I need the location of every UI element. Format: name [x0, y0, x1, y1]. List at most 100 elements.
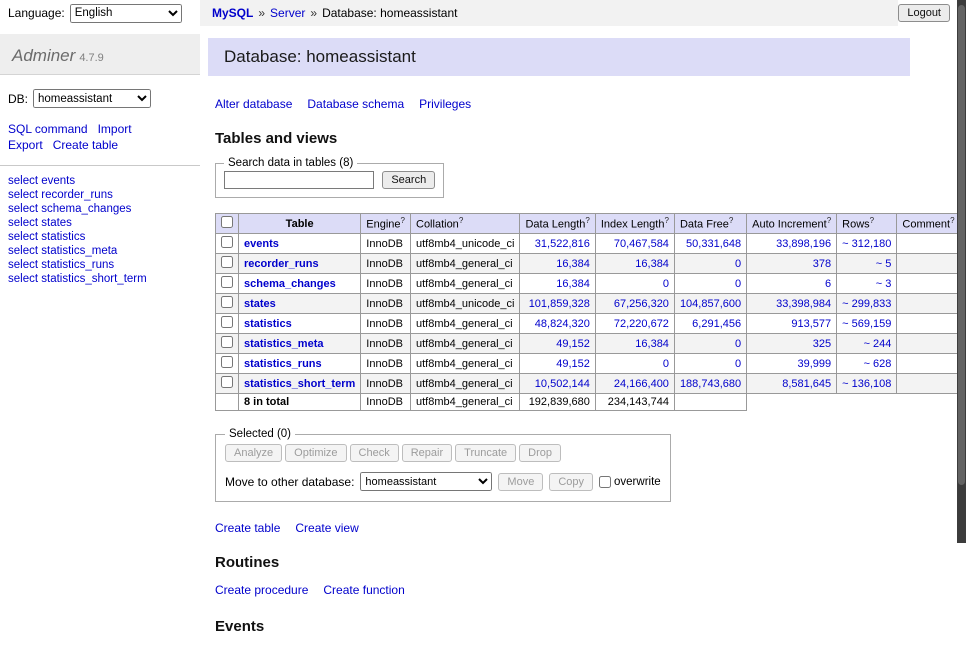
- help-icon[interactable]: ?: [827, 216, 831, 225]
- rows-count-link[interactable]: ~ 628: [864, 358, 892, 370]
- table-name-link[interactable]: schema_changes: [244, 278, 336, 290]
- search-legend: Search data in tables (8): [224, 157, 357, 169]
- column-header[interactable]: Index Length?: [595, 214, 674, 234]
- total-label-cell: 8 in total: [239, 394, 361, 411]
- help-icon[interactable]: ?: [459, 216, 463, 225]
- select-table-link[interactable]: select states: [8, 217, 72, 229]
- table-row: statistics InnoDB utf8mb4_general_ci 48,…: [216, 314, 961, 334]
- bulk-action-button[interactable]: Analyze: [225, 444, 282, 462]
- table-name-link[interactable]: states: [244, 298, 276, 310]
- overwrite-checkbox[interactable]: [599, 476, 611, 488]
- column-header[interactable]: Auto Increment?: [747, 214, 837, 234]
- rows-count-link[interactable]: ~ 136,108: [842, 378, 891, 390]
- search-button[interactable]: Search: [382, 171, 435, 189]
- row-checkbox[interactable]: [221, 256, 233, 268]
- help-icon[interactable]: ?: [664, 216, 668, 225]
- adminer-brand-link[interactable]: Adminer: [12, 46, 75, 65]
- table-name-link[interactable]: statistics_meta: [244, 338, 324, 350]
- rows-count-link[interactable]: ~ 244: [864, 338, 892, 350]
- breadcrumb-server-link[interactable]: Server: [270, 6, 305, 20]
- vertical-scrollbar[interactable]: [957, 0, 966, 543]
- column-header[interactable]: Collation?: [411, 214, 520, 234]
- database-action-link[interactable]: Privileges: [419, 97, 471, 111]
- create-link[interactable]: Create table: [215, 521, 280, 535]
- help-icon[interactable]: ?: [585, 216, 589, 225]
- move-button[interactable]: Move: [498, 473, 543, 491]
- sidebar-action-link[interactable]: Export: [8, 138, 43, 152]
- selected-legend: Selected (0): [225, 428, 295, 440]
- table-name-link[interactable]: events: [244, 238, 279, 250]
- column-header-table[interactable]: Table: [239, 214, 361, 234]
- select-table-link[interactable]: select statistics: [8, 231, 85, 243]
- bulk-action-button[interactable]: Optimize: [285, 444, 346, 462]
- table-name-cell: recorder_runs: [239, 254, 361, 274]
- auto-increment-cell: 33,898,196: [747, 234, 837, 254]
- row-checkbox-cell: [216, 254, 239, 274]
- select-table-link[interactable]: select statistics_short_term: [8, 273, 147, 285]
- rows-count-link[interactable]: ~ 5: [876, 258, 892, 270]
- bulk-action-button[interactable]: Truncate: [455, 444, 516, 462]
- help-icon[interactable]: ?: [870, 216, 874, 225]
- database-action-link[interactable]: Database schema: [307, 97, 404, 111]
- sidebar-action-link[interactable]: Import: [98, 122, 132, 136]
- help-icon[interactable]: ?: [729, 216, 733, 225]
- collation-cell: utf8mb4_unicode_ci: [411, 234, 520, 254]
- rows-count-link[interactable]: ~ 299,833: [842, 298, 891, 310]
- select-table-link[interactable]: select statistics_meta: [8, 245, 117, 257]
- index-length-cell: 67,256,320: [595, 294, 674, 314]
- database-action-link[interactable]: Alter database: [215, 97, 292, 111]
- row-checkbox[interactable]: [221, 356, 233, 368]
- database-action-links: Alter database Database schema Privileges: [215, 97, 946, 111]
- comment-cell: [897, 314, 960, 334]
- table-name-link[interactable]: recorder_runs: [244, 258, 319, 270]
- bulk-action-button[interactable]: Drop: [519, 444, 561, 462]
- table-name-link[interactable]: statistics_short_term: [244, 378, 355, 390]
- language-select[interactable]: English: [70, 4, 182, 23]
- comment-cell: [897, 254, 960, 274]
- help-icon[interactable]: ?: [401, 216, 405, 225]
- column-header[interactable]: Engine?: [361, 214, 411, 234]
- db-label: DB:: [8, 92, 28, 106]
- row-checkbox[interactable]: [221, 336, 233, 348]
- column-header[interactable]: Data Length?: [520, 214, 595, 234]
- select-table-link[interactable]: select schema_changes: [8, 203, 131, 215]
- row-checkbox[interactable]: [221, 236, 233, 248]
- rows-count-link[interactable]: ~ 312,180: [842, 238, 891, 250]
- select-table-link[interactable]: select statistics_runs: [8, 259, 114, 271]
- db-select[interactable]: homeassistant: [33, 89, 151, 108]
- sidebar-table-list: select events select recorder_runs selec…: [0, 166, 200, 295]
- select-table-link[interactable]: select recorder_runs: [8, 189, 113, 201]
- rows-count-link[interactable]: ~ 569,159: [842, 318, 891, 330]
- column-header[interactable]: Comment?: [897, 214, 960, 234]
- select-table-link[interactable]: select events: [8, 175, 75, 187]
- rows-count-link[interactable]: ~ 3: [876, 278, 892, 290]
- scrollbar-thumb[interactable]: [958, 5, 965, 485]
- search-input[interactable]: [224, 171, 374, 189]
- row-checkbox[interactable]: [221, 296, 233, 308]
- table-name-link[interactable]: statistics_runs: [244, 358, 322, 370]
- row-checkbox[interactable]: [221, 376, 233, 388]
- move-db-select[interactable]: homeassistant: [360, 472, 492, 491]
- rows-count-cell: ~ 569,159: [837, 314, 897, 334]
- logout-button[interactable]: Logout: [898, 4, 950, 22]
- column-header[interactable]: Data Free?: [674, 214, 746, 234]
- bulk-action-button[interactable]: Repair: [402, 444, 452, 462]
- column-header[interactable]: Rows?: [837, 214, 897, 234]
- help-icon[interactable]: ?: [950, 216, 954, 225]
- routine-create-link[interactable]: Create procedure: [215, 583, 308, 597]
- data-free-cell: 50,331,648: [674, 234, 746, 254]
- row-checkbox[interactable]: [221, 316, 233, 328]
- create-link[interactable]: Create view: [295, 521, 358, 535]
- sidebar-action-link[interactable]: Create table: [53, 138, 118, 152]
- sidebar-action-link[interactable]: SQL command: [8, 122, 88, 136]
- copy-button[interactable]: Copy: [549, 473, 593, 491]
- sidebar-table-item: select statistics_runs: [8, 259, 192, 272]
- breadcrumb-mysql-link[interactable]: MySQL: [212, 6, 253, 20]
- table-name-link[interactable]: statistics: [244, 318, 292, 330]
- row-checkbox[interactable]: [221, 276, 233, 288]
- bulk-action-button[interactable]: Check: [350, 444, 399, 462]
- tables-heading: Tables and views: [215, 130, 946, 147]
- row-checkbox-cell: [216, 274, 239, 294]
- select-all-checkbox[interactable]: [221, 216, 233, 228]
- routine-create-link[interactable]: Create function: [323, 583, 404, 597]
